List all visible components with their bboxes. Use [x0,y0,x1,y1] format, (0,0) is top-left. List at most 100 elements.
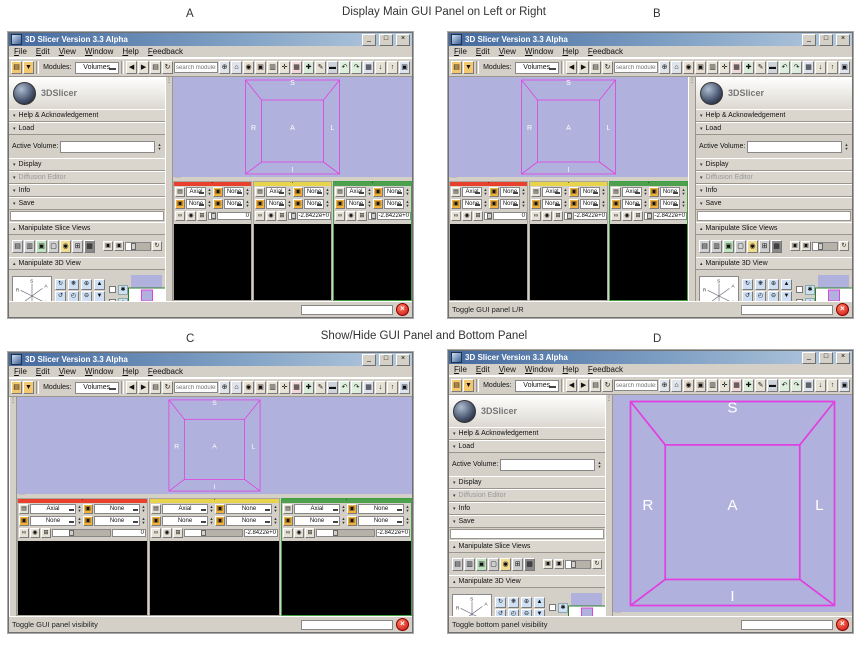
roll-icon[interactable]: ◴ [68,291,79,302]
active-volume-select[interactable] [500,459,595,471]
modules-select[interactable]: Volumes [515,62,559,74]
slice-menu-icon[interactable]: ▤ [335,187,345,197]
slice-menu-icon[interactable]: ▤ [283,504,293,514]
editor-icon[interactable]: ✎ [755,379,766,392]
crosshair-icon[interactable]: ✛ [719,61,730,74]
background-layer-icon[interactable]: ▣ [373,199,383,209]
slice-offset-slider[interactable] [484,212,492,220]
slice-fit-icon[interactable]: ▥ [24,240,35,253]
slice-offset-value[interactable]: -2.8422e+0 [244,529,278,537]
slice-color-bar[interactable] [282,499,411,503]
slice-layout-icon[interactable]: ▦ [84,240,95,253]
module-search-input[interactable] [174,382,218,393]
foreground-spinner[interactable] [405,505,410,513]
label-layer-icon[interactable]: ▣ [451,199,461,209]
minimize-button[interactable]: _ [362,354,376,366]
look-from-anterior-icon[interactable]: ▲ [781,279,792,290]
load-scene-icon[interactable]: ▤ [11,61,22,74]
visibility-checkbox[interactable] [796,286,803,293]
bg-opacity-icon[interactable]: ▣ [801,241,811,251]
module-panel-icon[interactable]: ▤ [590,379,601,392]
module-refresh-icon[interactable]: ↻ [162,381,173,394]
slice-offset-slider[interactable] [644,212,652,220]
slice-menu-icon[interactable]: ▤ [175,187,185,197]
bg-opacity-icon[interactable]: ▣ [114,241,124,251]
slice-offset-slider[interactable] [208,212,216,220]
rotate-up-icon[interactable]: ↻ [495,597,506,608]
background-spinner[interactable] [405,517,410,525]
fiducial-up-icon[interactable]: ↑ [387,381,398,394]
menu-window[interactable]: Window [525,365,553,374]
menu-window[interactable]: Window [525,47,553,56]
orientation-select[interactable]: Axial [294,504,340,514]
background-spinner[interactable] [601,200,606,208]
label-select[interactable]: None [30,516,76,526]
link-icon[interactable]: ∞ [283,528,293,538]
background-select[interactable]: None [358,516,404,526]
close-button[interactable]: × [396,34,410,46]
menu-window[interactable]: Window [85,367,113,376]
section-manipulate-slice-views[interactable]: ▴Manipulate Slice Views [9,222,165,235]
foreground-select[interactable]: None [660,187,680,197]
slice-layout-icon[interactable]: ▦ [771,240,782,253]
orientation-spinner[interactable] [207,188,212,196]
navigation-preview[interactable] [571,593,602,616]
link-icon[interactable]: ∞ [611,211,621,221]
slice-fit-icon[interactable]: ▥ [464,558,475,571]
close-button[interactable]: × [836,34,850,46]
slice-viewport-yellow[interactable] [530,224,607,300]
link-icon[interactable]: ∞ [151,528,161,538]
section-manipulate-slice-views[interactable]: ▴Manipulate Slice Views [696,222,852,235]
undo-icon[interactable]: ↶ [339,61,350,74]
slice-offset-slider[interactable] [316,529,375,537]
compare-view-icon[interactable]: ▥ [707,61,718,74]
section-diffusion-editor[interactable]: ▾Diffusion Editor [9,171,165,184]
menu-file[interactable]: File [454,365,467,374]
slice-visibility-icon[interactable]: ◉ [542,211,552,221]
link-icon[interactable]: ∞ [255,211,265,221]
menu-help[interactable]: Help [562,365,578,374]
fit-to-window-icon[interactable]: ⊞ [633,211,643,221]
refresh-views-icon[interactable]: ↻ [152,241,162,251]
section-diffusion-editor[interactable]: ▾Diffusion Editor [449,489,605,502]
rotate-around-icon[interactable]: ↺ [55,291,66,302]
module-panel-icon[interactable]: ▤ [150,381,161,394]
spin-icon[interactable]: ❋ [68,279,79,290]
section-info[interactable]: ▾Info [449,502,605,515]
slice-offset-slider[interactable] [52,529,111,537]
titlebar[interactable]: 3D Slicer Version 3.3 Alpha _ □ × [449,351,852,364]
slice-offset-value[interactable]: -2.8422e+0 [653,212,687,220]
orientation-select[interactable]: Axial [542,187,562,197]
slice-menu-icon[interactable]: ▤ [19,504,29,514]
module-search-input[interactable] [614,380,658,391]
orientation-select[interactable]: Axial [346,187,366,197]
menu-file[interactable]: File [14,367,27,376]
slice-viewport-yellow[interactable] [150,541,279,615]
background-spinner[interactable] [245,200,250,208]
menu-file[interactable]: File [14,47,27,56]
link-icon[interactable]: ∞ [175,211,185,221]
slice-grid-icon[interactable]: ⊞ [759,240,770,253]
close-button[interactable]: × [396,354,410,366]
slice-offset-slider[interactable] [184,529,243,537]
look-from-posterior-icon[interactable]: ▼ [781,291,792,302]
slice-label-opacity-icon[interactable]: ▢ [488,558,499,571]
foreground-spinner[interactable] [601,188,606,196]
background-spinner[interactable] [325,200,330,208]
label-spinner[interactable] [367,200,372,208]
menu-view[interactable]: View [59,367,76,376]
label-layer-icon[interactable]: ▣ [335,199,345,209]
slice-fit-icon[interactable]: ▥ [711,240,722,253]
history-forward-icon[interactable]: ▶ [138,381,149,394]
undo-icon[interactable]: ↶ [779,61,790,74]
roll-icon[interactable]: ◴ [755,291,766,302]
crosshair-icon[interactable]: ✛ [279,61,290,74]
opacity-slider[interactable] [565,560,591,569]
menu-feedback[interactable]: Feedback [588,365,623,374]
fit-to-window-icon[interactable]: ⊞ [473,211,483,221]
redo-icon[interactable]: ↷ [351,381,362,394]
screenshot-icon[interactable]: ◉ [243,381,254,394]
orientation-spinner[interactable] [563,188,568,196]
orientation-spinner[interactable] [367,188,372,196]
slice-offset-value[interactable]: -2.8422e+0 [377,212,411,220]
